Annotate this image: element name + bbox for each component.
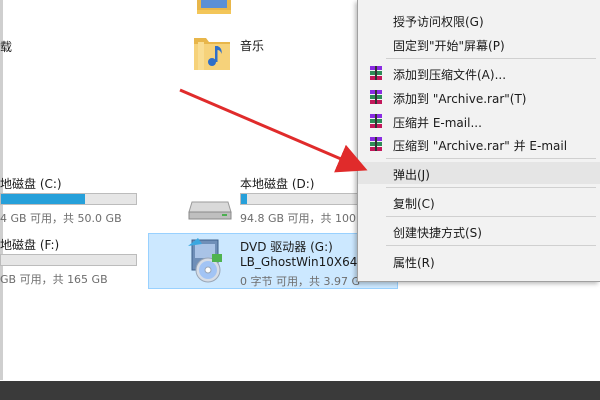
menu-item-add-to-archive-rar[interactable]: 添加到 "Archive.rar"(T) — [358, 86, 600, 108]
folder-icon[interactable] — [197, 0, 231, 14]
menu-separator — [386, 216, 596, 217]
menu-item-compress-to-rar-and-email[interactable]: 压缩到 "Archive.rar" 并 E-mail — [358, 133, 600, 155]
drive-d-usage-bar — [240, 193, 360, 205]
winrar-icon — [370, 114, 382, 128]
context-menu: 授予访问权限(G) 固定到"开始"屏幕(P) 添加到压缩文件(A)... 添加到… — [357, 0, 600, 282]
music-folder-icon[interactable] — [190, 30, 234, 74]
drive-c-usage-fill — [1, 194, 85, 204]
drive-c-usage-bar — [0, 193, 137, 205]
menu-item-compress-and-email[interactable]: 压缩并 E-mail... — [358, 110, 600, 132]
menu-separator — [386, 58, 596, 59]
drive-d-free-space: 94.8 GB 可用，共 100 — [240, 212, 357, 225]
menu-separator — [386, 158, 596, 159]
menu-item-grant-access[interactable]: 授予访问权限(G) — [358, 9, 600, 31]
drive-d-usage-fill — [241, 194, 247, 204]
music-folder-label: 音乐 — [240, 39, 265, 53]
menu-item-properties[interactable]: 属性(R) — [358, 250, 600, 272]
drive-d-name: 本地磁盘 (D:) — [240, 177, 315, 191]
taskbar-edge — [0, 381, 600, 400]
drive-f-usage-bar — [0, 254, 137, 266]
menu-item-create-shortcut[interactable]: 创建快捷方式(S) — [358, 220, 600, 242]
drive-g-free-space: 0 字节 可用，共 3.97 G — [240, 275, 361, 288]
menu-item-add-to-archive[interactable]: 添加到压缩文件(A)... — [358, 62, 600, 84]
menu-item-pin-to-start[interactable]: 固定到"开始"屏幕(P) — [358, 33, 600, 55]
menu-item-eject[interactable]: 弹出(J) — [358, 162, 600, 184]
drive-g-volume-label: LB_GhostWin10X64R — [240, 255, 366, 269]
drive-f-name: 地磁盘 (F:) — [0, 238, 60, 252]
menu-separator — [386, 245, 596, 246]
menu-item-copy[interactable]: 复制(C) — [358, 191, 600, 213]
drive-f-free-space: GB 可用，共 165 GB — [0, 273, 108, 286]
dvd-installer-icon — [188, 238, 222, 283]
drive-c-name: 地磁盘 (C:) — [0, 177, 62, 191]
winrar-icon — [370, 137, 382, 151]
drive-g-name: DVD 驱动器 (G:) — [240, 240, 333, 254]
winrar-icon — [370, 90, 382, 104]
hard-drive-icon — [188, 201, 232, 220]
menu-separator — [386, 187, 596, 188]
folder-label-fragment: 载 — [0, 40, 13, 54]
drive-c-free-space: 4 GB 可用，共 50.0 GB — [0, 212, 122, 225]
winrar-icon — [370, 66, 382, 80]
